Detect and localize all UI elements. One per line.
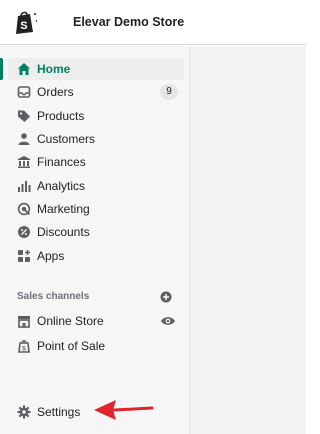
sidebar-item-label: Apps	[37, 249, 65, 263]
discount-icon	[16, 224, 32, 240]
shopify-admin-window: S Elevar Demo Store Home Orders 9 Produc…	[0, 0, 306, 434]
apps-grid-icon	[16, 248, 32, 264]
sidebar-item-point-of-sale[interactable]: S Point of Sale	[8, 335, 184, 357]
annotation-arrow-icon	[94, 400, 154, 420]
sidebar-item-label: Analytics	[37, 179, 86, 193]
add-sales-channel-icon[interactable]	[160, 291, 172, 303]
sidebar-item-label: Discounts	[37, 225, 90, 239]
person-icon	[16, 131, 32, 147]
orders-count-badge: 9	[160, 84, 178, 100]
sales-channels-heading: Sales channels	[17, 291, 90, 302]
sidebar-item-label: Finances	[37, 155, 86, 169]
sidebar: Home Orders 9 Products Customers Finance…	[0, 46, 190, 434]
sidebar-item-apps[interactable]: Apps	[8, 245, 184, 267]
sidebar-item-products[interactable]: Products	[8, 105, 184, 127]
svg-text:S: S	[22, 347, 26, 353]
sidebar-item-orders[interactable]: Orders 9	[8, 81, 184, 103]
sidebar-item-label: Point of Sale	[37, 339, 106, 353]
storefront-icon	[16, 313, 32, 329]
tag-icon	[16, 108, 32, 124]
top-bar: S Elevar Demo Store	[0, 0, 306, 45]
shopify-logo-icon[interactable]: S	[12, 10, 38, 36]
shopping-bag-icon: S	[16, 338, 32, 354]
target-icon	[16, 201, 32, 217]
gear-icon	[16, 404, 32, 420]
sidebar-item-customers[interactable]: Customers	[8, 128, 184, 150]
sidebar-item-marketing[interactable]: Marketing	[8, 198, 184, 220]
svg-text:S: S	[20, 20, 27, 32]
sidebar-item-online-store[interactable]: Online Store	[8, 310, 184, 332]
sidebar-item-label: Settings	[37, 405, 81, 419]
sidebar-item-home[interactable]: Home	[8, 58, 184, 80]
sidebar-item-discounts[interactable]: Discounts	[8, 221, 184, 243]
main-content-area	[190, 46, 306, 434]
sidebar-item-label: Orders	[37, 85, 74, 99]
bank-icon	[16, 154, 32, 170]
home-icon	[16, 61, 32, 77]
sidebar-item-label: Customers	[37, 132, 96, 146]
sidebar-item-label: Online Store	[37, 314, 104, 328]
sidebar-item-label: Marketing	[37, 202, 90, 216]
sidebar-item-finances[interactable]: Finances	[8, 151, 184, 173]
bar-chart-icon	[16, 178, 32, 194]
sidebar-item-label: Products	[37, 109, 85, 123]
sidebar-item-label: Home	[37, 62, 71, 76]
inbox-icon	[16, 84, 32, 100]
sidebar-item-analytics[interactable]: Analytics	[8, 175, 184, 197]
active-indicator	[0, 58, 3, 80]
store-name[interactable]: Elevar Demo Store	[73, 15, 184, 29]
eye-icon[interactable]	[160, 313, 176, 329]
